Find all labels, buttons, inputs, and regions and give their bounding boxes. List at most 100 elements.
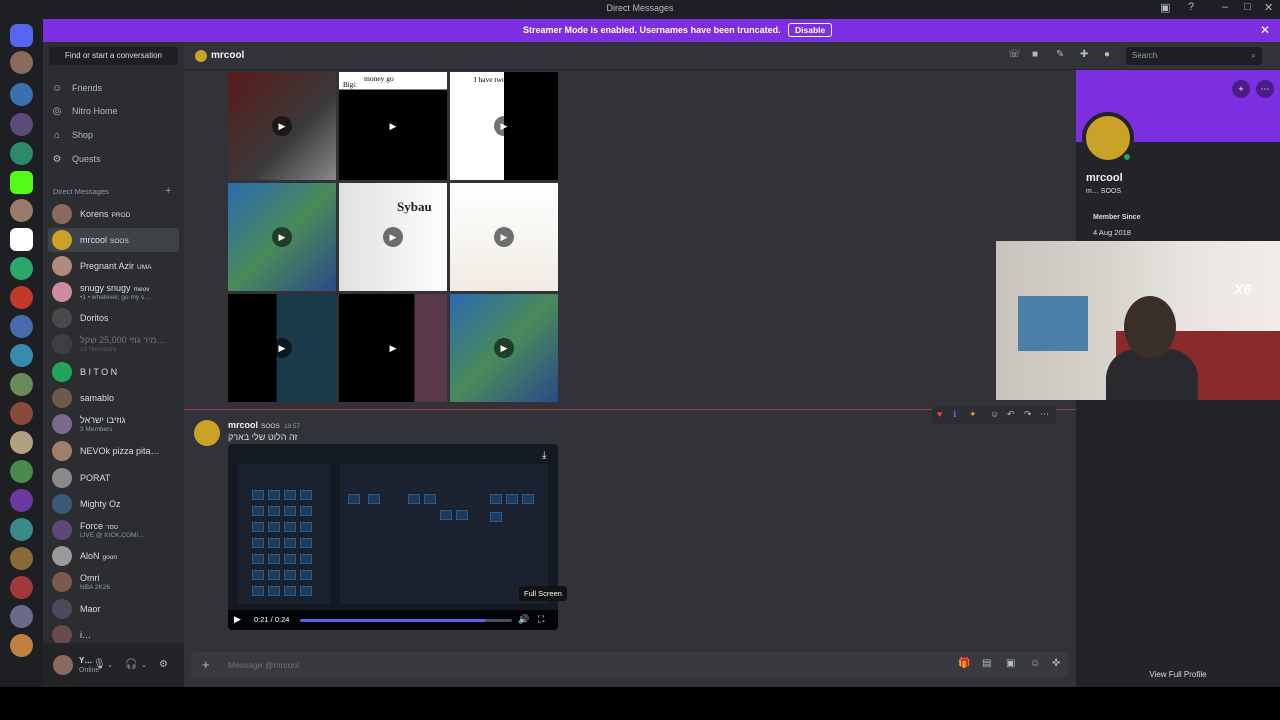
- info-reaction-icon[interactable]: ℹ: [953, 409, 956, 420]
- search-input[interactable]: Search ⌕: [1126, 47, 1262, 65]
- close-banner-icon[interactable]: ✕: [1260, 23, 1270, 37]
- more-options-icon[interactable]: ⋯: [1256, 80, 1274, 98]
- microphone-icon[interactable]: 🎙: [93, 659, 106, 670]
- message-composer[interactable]: + Message @mrcool 🎁 ▤ ▣ ☺ ✜: [190, 652, 1068, 678]
- minimize-button[interactable]: –: [1222, 1, 1228, 13]
- server-icon[interactable]: [10, 51, 33, 74]
- help-icon[interactable]: ?: [1188, 1, 1194, 13]
- dm-item[interactable]: snugy snugy meov •1 • whatever, go my s…: [48, 280, 179, 304]
- headphones-icon[interactable]: 🎧: [125, 659, 137, 670]
- dm-item[interactable]: Force טסר LIVE @ KICK.COM/…: [48, 518, 179, 542]
- emoji-reaction-icon[interactable]: ✦: [969, 409, 977, 420]
- emoji-icon[interactable]: ☺: [1030, 658, 1040, 669]
- dm-item[interactable]: Omri NBA 2K26: [48, 570, 179, 594]
- gift-icon[interactable]: 🎁: [958, 658, 970, 669]
- media-tile[interactable]: Sybau ▶: [339, 183, 447, 291]
- create-dm-icon[interactable]: +: [165, 185, 171, 197]
- server-icon[interactable]: [10, 547, 33, 570]
- server-icon[interactable]: [10, 431, 33, 454]
- dm-item[interactable]: NEVOk pizza pita…: [48, 439, 179, 463]
- add-friend-icon[interactable]: +: [1232, 80, 1250, 98]
- dm-item[interactable]: Mighty Oz: [48, 492, 179, 516]
- media-tile[interactable]: ▶: [450, 294, 558, 402]
- dm-item-selected[interactable]: mrcool SOOS: [48, 228, 179, 252]
- sticker-icon[interactable]: ▣: [1006, 658, 1015, 669]
- chevron-down-icon[interactable]: ⌄: [107, 661, 113, 669]
- clan-tag: טסר: [106, 524, 118, 531]
- apps-icon[interactable]: ✜: [1052, 658, 1060, 669]
- inbox-icon[interactable]: ▣: [1160, 1, 1170, 14]
- dm-item[interactable]: Pregnant Azir UMA: [48, 254, 179, 278]
- server-icon[interactable]: [10, 576, 33, 599]
- dm-item[interactable]: Maor: [48, 597, 179, 621]
- heart-reaction-icon[interactable]: ♥: [937, 409, 942, 419]
- server-icon[interactable]: [10, 228, 33, 251]
- chevron-down-icon[interactable]: ⌄: [141, 661, 147, 669]
- reply-icon[interactable]: ↶: [1007, 409, 1015, 420]
- server-icon[interactable]: [10, 373, 33, 396]
- video-player[interactable]: ⤓ ▶ 0:21 / 0:24 🔊 ⛶: [228, 444, 558, 630]
- forward-icon[interactable]: ↷: [1024, 409, 1032, 420]
- server-icon[interactable]: [10, 83, 33, 106]
- media-tile[interactable]: money go Bigi: ▶: [339, 72, 447, 180]
- server-icon[interactable]: [10, 142, 33, 165]
- server-icon[interactable]: [10, 518, 33, 541]
- find-conversation-button[interactable]: Find or start a conversation: [49, 47, 178, 65]
- server-icon[interactable]: [10, 344, 33, 367]
- add-friends-icon[interactable]: ✚: [1080, 49, 1088, 60]
- server-icon[interactable]: [10, 199, 33, 222]
- gif-icon[interactable]: ▤: [982, 658, 991, 669]
- server-icon[interactable]: [10, 315, 33, 338]
- more-options-icon[interactable]: ⋯: [1040, 409, 1049, 420]
- download-icon[interactable]: ⤓: [542, 450, 546, 461]
- media-tile[interactable]: I have two sides ▶: [450, 72, 558, 180]
- message-input[interactable]: Message @mrcool: [228, 660, 299, 670]
- profile-name: mrcool: [1086, 172, 1123, 184]
- avatar[interactable]: [194, 420, 220, 446]
- server-icon[interactable]: [10, 460, 33, 483]
- media-tile[interactable]: ▶: [450, 183, 558, 291]
- dm-group-item[interactable]: גוזיבו ישראל 3 Members: [48, 412, 179, 436]
- disable-streamer-button[interactable]: Disable: [788, 23, 833, 37]
- close-window-button[interactable]: ✕: [1264, 1, 1273, 14]
- dm-group-item[interactable]: מיר גוזי 25,000 שקל… 10 Members: [48, 332, 179, 356]
- voice-call-icon[interactable]: ☏: [1008, 49, 1021, 60]
- dm-item[interactable]: samablo: [48, 386, 179, 410]
- user-profile-icon[interactable]: ●: [1104, 49, 1110, 60]
- server-icon[interactable]: [10, 605, 33, 628]
- media-tile[interactable]: ▶: [339, 294, 447, 402]
- maximize-button[interactable]: □: [1244, 1, 1251, 13]
- dm-item[interactable]: PORAT: [48, 466, 179, 490]
- volume-icon[interactable]: 🔊: [518, 614, 529, 625]
- nav-quests[interactable]: ⚙ Quests: [51, 150, 101, 168]
- home-discord-icon[interactable]: [10, 24, 33, 47]
- pin-icon[interactable]: ✎: [1056, 49, 1064, 60]
- video-call-icon[interactable]: ■: [1032, 49, 1038, 60]
- dm-item[interactable]: Doritos: [48, 306, 179, 330]
- video-progress-bar[interactable]: [300, 619, 512, 622]
- nav-shop[interactable]: ⌂ Shop: [51, 126, 93, 144]
- nav-friends[interactable]: ☺ Friends: [51, 79, 102, 97]
- server-icon[interactable]: [10, 402, 33, 425]
- dm-item[interactable]: B I T O N: [48, 360, 179, 384]
- server-icon[interactable]: [10, 113, 33, 136]
- media-tile[interactable]: ▶: [228, 183, 336, 291]
- message-actions-bar: ♥ ℹ ✦ ☺ ↶ ↷ ⋯: [932, 406, 1056, 424]
- avatar[interactable]: [53, 655, 73, 675]
- server-icon[interactable]: [10, 489, 33, 512]
- kick-server-icon[interactable]: [10, 171, 33, 194]
- attach-plus-icon[interactable]: +: [202, 657, 210, 672]
- view-full-profile-link[interactable]: View Full Profile: [1076, 670, 1280, 679]
- add-reaction-icon[interactable]: ☺: [990, 409, 999, 419]
- server-icon[interactable]: [10, 257, 33, 280]
- play-icon[interactable]: ▶: [234, 614, 241, 625]
- fullscreen-icon[interactable]: ⛶: [538, 614, 544, 625]
- server-icon[interactable]: [10, 286, 33, 309]
- dm-item[interactable]: AloN goon: [48, 544, 179, 568]
- server-icon[interactable]: [10, 634, 33, 657]
- nav-nitro-home[interactable]: ◎ Nitro Home: [51, 102, 118, 120]
- media-tile[interactable]: ▶: [228, 294, 336, 402]
- media-tile[interactable]: ▶: [228, 72, 336, 180]
- settings-gear-icon[interactable]: ⚙: [159, 659, 168, 670]
- dm-item[interactable]: Korens PROD: [48, 202, 179, 226]
